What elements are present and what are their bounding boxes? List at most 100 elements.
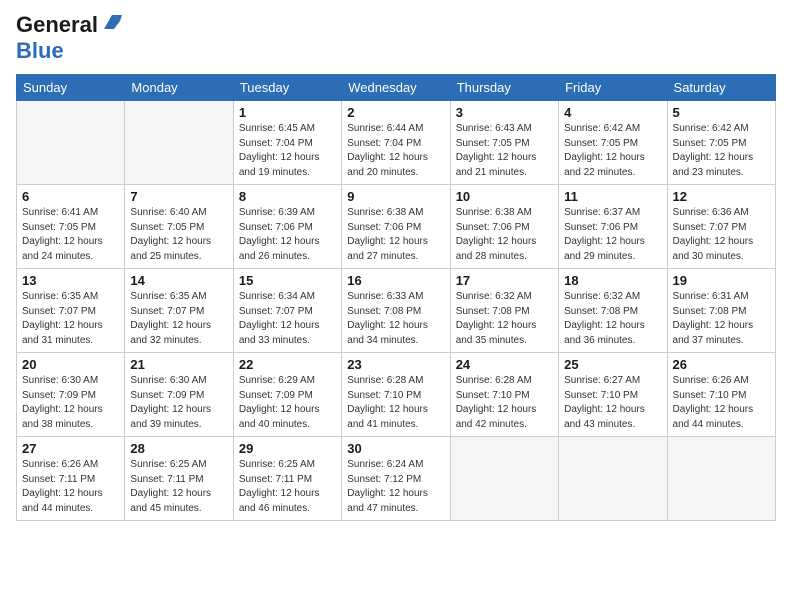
day-info: Sunrise: 6:32 AM Sunset: 7:08 PM Dayligh… xyxy=(456,290,553,348)
week-row-5: 27 Sunrise: 6:26 AM Sunset: 7:11 PM Dayli… xyxy=(17,437,776,521)
calendar-cell xyxy=(450,437,558,521)
weekday-header-saturday: Saturday xyxy=(667,75,775,101)
weekday-header-friday: Friday xyxy=(559,75,667,101)
week-row-4: 20Sunrise: 6:30 AM Sunset: 7:09 PM Dayli… xyxy=(17,353,776,437)
day-info: Sunrise: 6:41 AM Sunset: 7:05 PM Dayligh… xyxy=(22,206,119,264)
day-info: Sunrise: 6:42 AM Sunset: 7:05 PM Dayligh… xyxy=(673,122,770,180)
day-info: Sunrise: 6:25 AM Sunset: 7:11 PM Dayligh… xyxy=(239,458,336,516)
calendar-cell: 21Sunrise: 6:30 AM Sunset: 7:09 PM Dayli… xyxy=(125,353,233,437)
header: General Blue xyxy=(16,12,776,64)
day-info: Sunrise: 6:26 AM Sunset: 7:11 PM Dayligh… xyxy=(22,458,119,516)
day-info: Sunrise: 6:29 AM Sunset: 7:09 PM Dayligh… xyxy=(239,374,336,432)
day-number: 25 xyxy=(564,357,661,372)
calendar-cell: 10Sunrise: 6:38 AM Sunset: 7:06 PM Dayli… xyxy=(450,185,558,269)
calendar-cell: 26 Sunrise: 6:26 AM Sunset: 7:10 PM Dayli… xyxy=(667,353,775,437)
day-info: Sunrise: 6:44 AM Sunset: 7:04 PM Dayligh… xyxy=(347,122,444,180)
calendar-cell xyxy=(559,437,667,521)
calendar-cell: 30 Sunrise: 6:24 AM Sunset: 7:12 PM Dayli… xyxy=(342,437,450,521)
calendar-cell xyxy=(17,101,125,185)
calendar-cell: 14 Sunrise: 6:35 AM Sunset: 7:07 PM Dayli… xyxy=(125,269,233,353)
weekday-header-tuesday: Tuesday xyxy=(233,75,341,101)
day-number: 18 xyxy=(564,273,661,288)
day-info: Sunrise: 6:43 AM Sunset: 7:05 PM Dayligh… xyxy=(456,122,553,180)
weekday-header-wednesday: Wednesday xyxy=(342,75,450,101)
calendar-cell xyxy=(125,101,233,185)
page: General Blue SundayMondayTuesdayWednesda… xyxy=(0,0,792,612)
day-info: Sunrise: 6:35 AM Sunset: 7:07 PM Dayligh… xyxy=(22,290,119,348)
calendar-cell: 16Sunrise: 6:33 AM Sunset: 7:08 PM Dayli… xyxy=(342,269,450,353)
calendar-cell: 17 Sunrise: 6:32 AM Sunset: 7:08 PM Dayli… xyxy=(450,269,558,353)
calendar-cell: 29Sunrise: 6:25 AM Sunset: 7:11 PM Dayli… xyxy=(233,437,341,521)
day-number: 3 xyxy=(456,105,553,120)
calendar-cell: 8 Sunrise: 6:39 AM Sunset: 7:06 PM Daylig… xyxy=(233,185,341,269)
week-row-3: 13 Sunrise: 6:35 AM Sunset: 7:07 PM Dayli… xyxy=(17,269,776,353)
calendar-cell: 4 Sunrise: 6:42 AM Sunset: 7:05 PM Daylig… xyxy=(559,101,667,185)
calendar: SundayMondayTuesdayWednesdayThursdayFrid… xyxy=(16,74,776,521)
day-number: 6 xyxy=(22,189,119,204)
day-number: 11 xyxy=(564,189,661,204)
calendar-cell: 9 Sunrise: 6:38 AM Sunset: 7:06 PM Daylig… xyxy=(342,185,450,269)
day-number: 24 xyxy=(456,357,553,372)
day-number: 21 xyxy=(130,357,227,372)
day-info: Sunrise: 6:30 AM Sunset: 7:09 PM Dayligh… xyxy=(22,374,119,432)
day-number: 27 xyxy=(22,441,119,456)
day-number: 5 xyxy=(673,105,770,120)
calendar-cell: 7 Sunrise: 6:40 AM Sunset: 7:05 PM Daylig… xyxy=(125,185,233,269)
calendar-cell: 6 Sunrise: 6:41 AM Sunset: 7:05 PM Daylig… xyxy=(17,185,125,269)
day-info: Sunrise: 6:26 AM Sunset: 7:10 PM Dayligh… xyxy=(673,374,770,432)
calendar-cell: 15Sunrise: 6:34 AM Sunset: 7:07 PM Dayli… xyxy=(233,269,341,353)
calendar-cell: 22 Sunrise: 6:29 AM Sunset: 7:09 PM Dayli… xyxy=(233,353,341,437)
week-row-1: 1 Sunrise: 6:45 AM Sunset: 7:04 PM Daylig… xyxy=(17,101,776,185)
day-info: Sunrise: 6:38 AM Sunset: 7:06 PM Dayligh… xyxy=(456,206,553,264)
day-number: 2 xyxy=(347,105,444,120)
weekday-header-sunday: Sunday xyxy=(17,75,125,101)
day-number: 22 xyxy=(239,357,336,372)
day-info: Sunrise: 6:27 AM Sunset: 7:10 PM Dayligh… xyxy=(564,374,661,432)
day-number: 4 xyxy=(564,105,661,120)
day-number: 15 xyxy=(239,273,336,288)
day-number: 9 xyxy=(347,189,444,204)
logo: General Blue xyxy=(16,12,122,64)
day-number: 23 xyxy=(347,357,444,372)
day-info: Sunrise: 6:42 AM Sunset: 7:05 PM Dayligh… xyxy=(564,122,661,180)
day-info: Sunrise: 6:39 AM Sunset: 7:06 PM Dayligh… xyxy=(239,206,336,264)
calendar-cell: 1 Sunrise: 6:45 AM Sunset: 7:04 PM Daylig… xyxy=(233,101,341,185)
day-number: 19 xyxy=(673,273,770,288)
day-number: 1 xyxy=(239,105,336,120)
calendar-cell: 18 Sunrise: 6:32 AM Sunset: 7:08 PM Dayli… xyxy=(559,269,667,353)
day-info: Sunrise: 6:25 AM Sunset: 7:11 PM Dayligh… xyxy=(130,458,227,516)
weekday-header-monday: Monday xyxy=(125,75,233,101)
calendar-cell: 28Sunrise: 6:25 AM Sunset: 7:11 PM Dayli… xyxy=(125,437,233,521)
day-number: 8 xyxy=(239,189,336,204)
calendar-cell: 20Sunrise: 6:30 AM Sunset: 7:09 PM Dayli… xyxy=(17,353,125,437)
day-info: Sunrise: 6:35 AM Sunset: 7:07 PM Dayligh… xyxy=(130,290,227,348)
calendar-cell: 2 Sunrise: 6:44 AM Sunset: 7:04 PM Daylig… xyxy=(342,101,450,185)
day-info: Sunrise: 6:28 AM Sunset: 7:10 PM Dayligh… xyxy=(456,374,553,432)
calendar-cell: 23Sunrise: 6:28 AM Sunset: 7:10 PM Dayli… xyxy=(342,353,450,437)
calendar-cell: 11 Sunrise: 6:37 AM Sunset: 7:06 PM Dayli… xyxy=(559,185,667,269)
weekday-header-row: SundayMondayTuesdayWednesdayThursdayFrid… xyxy=(17,75,776,101)
day-number: 7 xyxy=(130,189,227,204)
day-info: Sunrise: 6:32 AM Sunset: 7:08 PM Dayligh… xyxy=(564,290,661,348)
day-number: 16 xyxy=(347,273,444,288)
calendar-cell: 12 Sunrise: 6:36 AM Sunset: 7:07 PM Dayli… xyxy=(667,185,775,269)
calendar-cell: 24 Sunrise: 6:28 AM Sunset: 7:10 PM Dayli… xyxy=(450,353,558,437)
calendar-cell: 25 Sunrise: 6:27 AM Sunset: 7:10 PM Dayli… xyxy=(559,353,667,437)
week-row-2: 6 Sunrise: 6:41 AM Sunset: 7:05 PM Daylig… xyxy=(17,185,776,269)
day-number: 17 xyxy=(456,273,553,288)
day-number: 12 xyxy=(673,189,770,204)
calendar-cell: 3 Sunrise: 6:43 AM Sunset: 7:05 PM Daylig… xyxy=(450,101,558,185)
day-info: Sunrise: 6:24 AM Sunset: 7:12 PM Dayligh… xyxy=(347,458,444,516)
day-number: 26 xyxy=(673,357,770,372)
day-number: 14 xyxy=(130,273,227,288)
day-info: Sunrise: 6:36 AM Sunset: 7:07 PM Dayligh… xyxy=(673,206,770,264)
day-number: 30 xyxy=(347,441,444,456)
day-info: Sunrise: 6:45 AM Sunset: 7:04 PM Dayligh… xyxy=(239,122,336,180)
day-info: Sunrise: 6:40 AM Sunset: 7:05 PM Dayligh… xyxy=(130,206,227,264)
calendar-cell: 19Sunrise: 6:31 AM Sunset: 7:08 PM Dayli… xyxy=(667,269,775,353)
calendar-cell: 27 Sunrise: 6:26 AM Sunset: 7:11 PM Dayli… xyxy=(17,437,125,521)
day-info: Sunrise: 6:37 AM Sunset: 7:06 PM Dayligh… xyxy=(564,206,661,264)
day-info: Sunrise: 6:38 AM Sunset: 7:06 PM Dayligh… xyxy=(347,206,444,264)
day-number: 13 xyxy=(22,273,119,288)
calendar-cell: 5 Sunrise: 6:42 AM Sunset: 7:05 PM Daylig… xyxy=(667,101,775,185)
